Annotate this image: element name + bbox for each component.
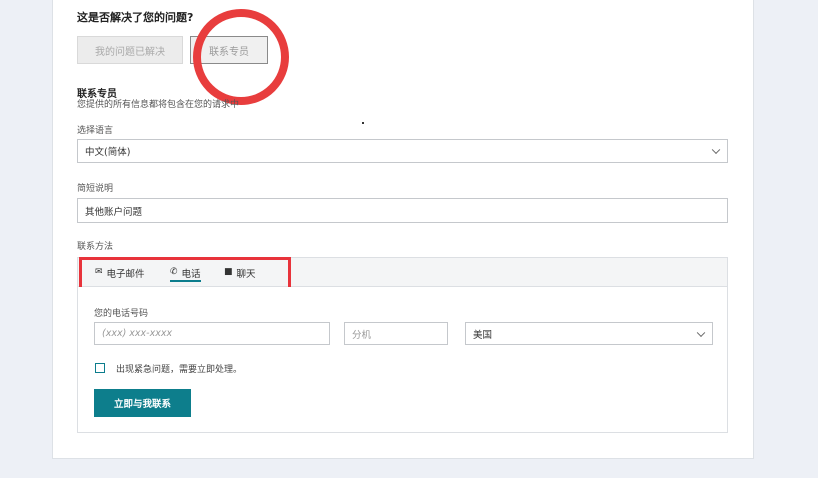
call-me-button[interactable]: 立即与我联系 [94, 389, 191, 417]
summary-input[interactable]: 其他账户问题 [77, 198, 728, 223]
extension-placeholder: 分机 [352, 329, 372, 341]
language-select[interactable]: 中文(简体) [77, 139, 728, 163]
tab-phone[interactable]: ✆ 电话 [170, 258, 201, 287]
phone-number-placeholder: (xxx) xxx-xxxx [102, 328, 173, 339]
urgent-label: 出现紧急问题，需要立即处理。 [116, 365, 243, 375]
extension-input[interactable]: 分机 [344, 322, 448, 345]
chevron-down-icon [711, 145, 721, 155]
phone-panel: 您的电话号码 (xxx) xxx-xxxx 分机 美国 出现紧急问题，需要立即处… [77, 287, 728, 433]
language-value: 中文(简体) [85, 147, 131, 158]
tab-email[interactable]: ✉ 电子邮件 [95, 258, 145, 287]
country-select[interactable]: 美国 [465, 322, 713, 345]
envelope-icon: ✉ [95, 267, 103, 277]
tab-email-label: 电子邮件 [106, 268, 145, 280]
phone-label: 您的电话号码 [94, 309, 149, 319]
tab-chat-label: 聊天 [236, 268, 256, 280]
tab-chat[interactable]: ■ 聊天 [224, 258, 256, 287]
section-subtitle: 您提供的所有信息都将包含在您的请求中 [77, 100, 240, 110]
chat-icon: ■ [224, 267, 233, 277]
contact-agent-button[interactable]: 联系专员 [190, 36, 268, 64]
phone-icon: ✆ [170, 267, 178, 277]
summary-value: 其他账户问题 [85, 206, 143, 218]
contact-method-tabs: ✉ 电子邮件 ✆ 电话 ■ 聊天 [77, 257, 728, 287]
tab-phone-label: 电话 [181, 268, 201, 280]
contact-card: 这是否解决了您的问题? 我的问题已解决 联系专员 联系专员 您提供的所有信息都将… [52, 0, 754, 459]
phone-number-input[interactable]: (xxx) xxx-xxxx [94, 322, 330, 345]
stray-dot [362, 122, 364, 124]
language-label: 选择语言 [77, 126, 114, 136]
resolved-button[interactable]: 我的问题已解决 [77, 36, 183, 64]
feedback-question: 这是否解决了您的问题? [77, 11, 194, 24]
country-value: 美国 [473, 329, 493, 341]
chevron-down-icon [696, 328, 706, 337]
summary-label: 简短说明 [77, 184, 114, 194]
urgent-checkbox[interactable] [95, 363, 105, 373]
contact-method-label: 联系方法 [77, 242, 114, 252]
